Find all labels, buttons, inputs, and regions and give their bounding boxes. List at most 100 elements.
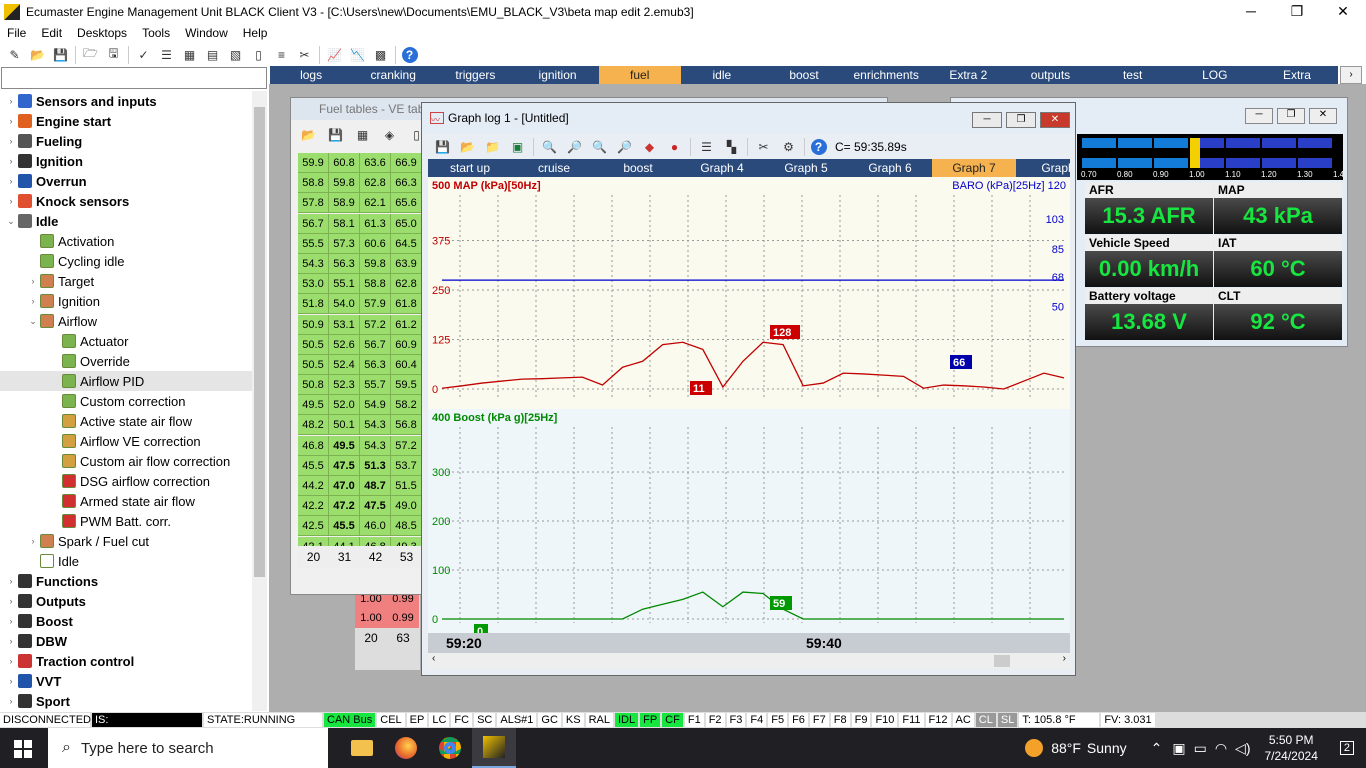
tree-item[interactable]: › Sport <box>0 691 252 711</box>
ve-cell[interactable]: 63.6 <box>360 153 391 173</box>
restore-button[interactable]: ❐ <box>1274 0 1320 22</box>
table-icon[interactable]: ▦ <box>181 46 199 64</box>
eraser-icon[interactable]: ◆ <box>640 138 660 156</box>
tree-item[interactable]: › Target <box>0 271 252 291</box>
ve-cell[interactable]: 61.8 <box>391 294 422 315</box>
ve-cell[interactable]: 56.3 <box>329 253 360 274</box>
windows-icon[interactable] <box>14 740 32 758</box>
minimize-button[interactable]: ─ <box>1228 0 1274 22</box>
ve-cell[interactable]: 50.5 <box>298 354 329 375</box>
ve-cell[interactable]: 65.0 <box>391 213 422 234</box>
expand-arrow-icon[interactable]: › <box>4 596 18 606</box>
ve-cell[interactable]: 59.5 <box>391 375 422 396</box>
graph-tab-3[interactable]: Graph 4 <box>680 159 764 177</box>
tree-item[interactable]: Activation <box>0 231 252 251</box>
scroll-thumb[interactable] <box>994 655 1010 667</box>
check-icon[interactable]: ✓ <box>135 46 153 64</box>
grid-icon[interactable]: ▦ <box>354 126 372 144</box>
save-icon[interactable]: 💾 <box>327 126 345 144</box>
graph-tab-6[interactable]: Graph 7 <box>932 159 1016 177</box>
ve-cell[interactable]: 60.4 <box>391 354 422 375</box>
expand-arrow-icon[interactable]: › <box>4 656 18 666</box>
ve-cell[interactable]: 42.5 <box>298 516 329 537</box>
ve-cell[interactable]: 66.9 <box>391 153 422 173</box>
ve-cell[interactable]: 50.8 <box>298 375 329 396</box>
ve-cell[interactable]: 47.5 <box>329 455 360 476</box>
open-icon[interactable]: 📂 <box>300 126 318 144</box>
ve-cell[interactable]: 47.2 <box>329 496 360 517</box>
tools-icon[interactable]: ✂ <box>296 46 314 64</box>
channel-icon[interactable]: ⚙ <box>779 138 799 156</box>
tree-item[interactable]: Actuator <box>0 331 252 351</box>
tree-item[interactable]: Idle <box>0 551 252 571</box>
menu-desktops[interactable]: Desktops <box>70 26 135 40</box>
ve-cell[interactable]: 45.5 <box>329 516 360 537</box>
graph-icon[interactable]: 📈 <box>326 46 344 64</box>
ve-cell[interactable]: 47.5 <box>360 496 391 517</box>
ve-cell[interactable]: 63.9 <box>391 253 422 274</box>
tab-8[interactable]: Extra 2 <box>927 66 1009 84</box>
ve-cell[interactable]: 48.2 <box>298 415 329 436</box>
save-icon[interactable]: 💾 <box>433 138 453 156</box>
graph-tab-1[interactable]: cruise <box>512 159 596 177</box>
tree-item[interactable]: › Knock sensors <box>0 191 252 211</box>
tree-item[interactable]: Custom air flow correction <box>0 451 252 471</box>
gauge-restore-button[interactable]: ❐ <box>1277 108 1305 124</box>
graph-hscrollbar[interactable]: ‹ › <box>428 653 1070 669</box>
grid-icon[interactable]: ▩ <box>372 46 390 64</box>
record-icon[interactable]: ● <box>665 138 685 156</box>
ve-cell[interactable]: 55.7 <box>360 375 391 396</box>
tab-scroll-right-icon[interactable]: › <box>1340 66 1362 84</box>
ve-cell[interactable]: 58.1 <box>329 213 360 234</box>
camera-icon[interactable]: ▣ <box>1172 740 1185 757</box>
ve-cell[interactable]: 56.7 <box>298 213 329 234</box>
tab-12[interactable]: Extra <box>1256 66 1338 84</box>
scroll-left-icon[interactable]: ‹ <box>432 653 435 664</box>
expand-arrow-icon[interactable]: › <box>26 296 40 306</box>
tree-item[interactable]: › Overrun <box>0 171 252 191</box>
back-icon[interactable]: ✎ <box>6 46 24 64</box>
tree-item[interactable]: › Functions <box>0 571 252 591</box>
ve-cell[interactable]: 60.6 <box>360 233 391 254</box>
tab-3[interactable]: ignition <box>516 66 598 84</box>
ve-cell[interactable]: 51.8 <box>298 294 329 315</box>
ve-cell[interactable]: 58.2 <box>391 395 422 416</box>
expand-arrow-icon[interactable]: › <box>4 576 18 586</box>
ve-cell[interactable]: 58.9 <box>329 193 360 214</box>
ve-cell[interactable]: 62.1 <box>360 193 391 214</box>
open-icon[interactable]: 📂 <box>458 138 478 156</box>
ve-cell[interactable]: 51.3 <box>360 455 391 476</box>
expand-arrow-icon[interactable]: › <box>4 196 18 206</box>
tree-item[interactable]: ⌄ Idle <box>0 211 252 231</box>
clock[interactable]: 5:50 PM 7/24/2024 <box>1264 732 1317 764</box>
ve-cell[interactable]: 53.7 <box>391 455 422 476</box>
tree-item[interactable]: › Spark / Fuel cut <box>0 531 252 551</box>
tree-item[interactable]: › Engine start <box>0 111 252 131</box>
ve-cell[interactable]: 50.9 <box>298 314 329 335</box>
ve-cell[interactable]: 44.1 <box>329 536 360 546</box>
calculator-icon[interactable]: ▤ <box>204 46 222 64</box>
zoom-in-icon[interactable]: 🔍 <box>540 138 560 156</box>
ve-cell[interactable]: 46.8 <box>360 536 391 546</box>
tree-item[interactable]: › Ignition <box>0 291 252 311</box>
ve-cell[interactable]: 61.3 <box>360 213 391 234</box>
ve-cell[interactable]: 48.7 <box>360 476 391 496</box>
ve-cell[interactable]: 49.0 <box>391 496 422 517</box>
notifications-icon[interactable]: 2 <box>1339 741 1354 755</box>
graph-restore-button[interactable]: ❐ <box>1006 112 1036 128</box>
doc-icon[interactable]: ▯ <box>250 46 268 64</box>
ve-cell[interactable]: 52.4 <box>329 354 360 375</box>
tab-1[interactable]: cranking <box>352 66 434 84</box>
ve-cell[interactable]: 42.2 <box>298 496 329 517</box>
zoom-out-icon[interactable]: 🔎 <box>565 138 585 156</box>
ve-cell[interactable]: 44.2 <box>298 476 329 496</box>
tree-item[interactable]: › VVT <box>0 671 252 691</box>
ve-cell[interactable]: 57.2 <box>391 435 422 456</box>
tree-item[interactable]: DSG airflow correction <box>0 471 252 491</box>
tree-item[interactable]: Airflow VE correction <box>0 431 252 451</box>
tab-10[interactable]: test <box>1092 66 1174 84</box>
ve-cell[interactable]: 53.1 <box>329 314 360 335</box>
ve-cell[interactable]: 50.5 <box>298 334 329 355</box>
tree-item[interactable]: › Fueling <box>0 131 252 151</box>
ve-cell[interactable]: 48.5 <box>391 516 422 537</box>
